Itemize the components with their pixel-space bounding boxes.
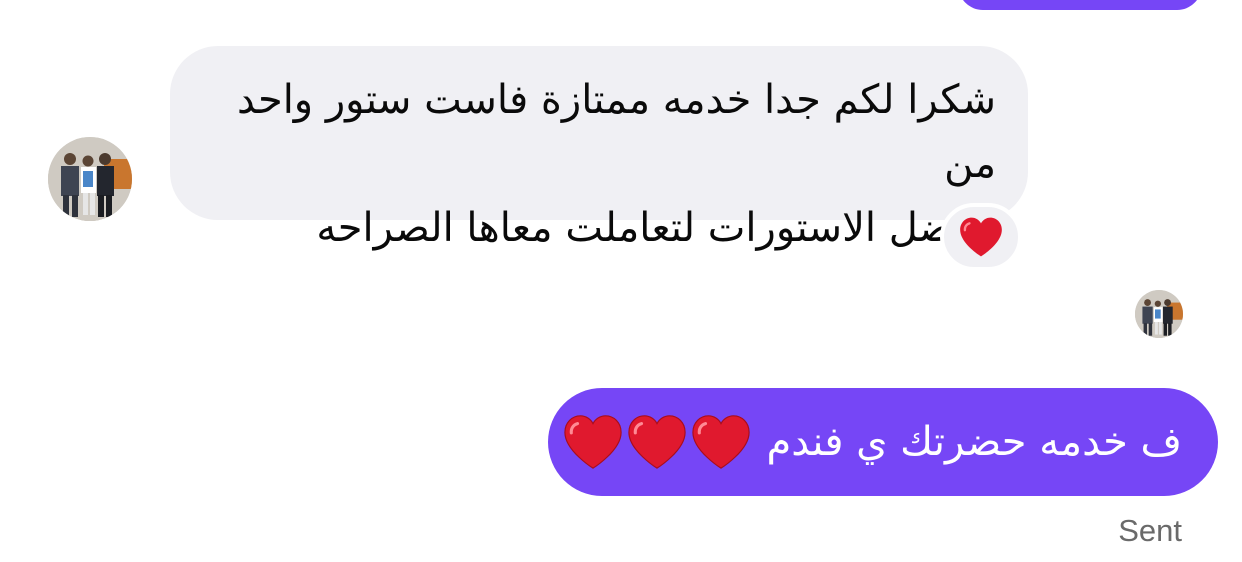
avatar-photo-icon bbox=[48, 137, 132, 221]
incoming-message-bubble[interactable]: شكرا لكم جدا خدمه ممتازة فاست ستور واحد … bbox=[170, 46, 1028, 251]
red-heart-icon bbox=[564, 415, 623, 469]
sender-avatar[interactable] bbox=[48, 137, 132, 221]
incoming-message-line: شكرا لكم جدا خدمه ممتازة فاست ستور واحد … bbox=[236, 77, 996, 187]
message-status: Sent bbox=[1118, 513, 1182, 548]
read-receipt-avatar bbox=[1135, 290, 1183, 338]
outgoing-message-text: ف خدمه حضرتك ي فندم bbox=[766, 419, 1182, 465]
red-heart-icon bbox=[692, 415, 751, 469]
message-reaction[interactable] bbox=[940, 203, 1022, 271]
outgoing-emoji-group bbox=[562, 413, 752, 471]
red-heart-icon bbox=[960, 217, 1002, 257]
avatar-photo-icon bbox=[1135, 290, 1183, 338]
incoming-message-line: افتضل الاستورات لتعاملت معاها الصراحه bbox=[316, 205, 996, 251]
red-heart-icon bbox=[628, 415, 687, 469]
previous-outgoing-bubble[interactable] bbox=[958, 0, 1202, 10]
outgoing-message-bubble[interactable]: ف خدمه حضرتك ي فندم bbox=[548, 388, 1218, 496]
